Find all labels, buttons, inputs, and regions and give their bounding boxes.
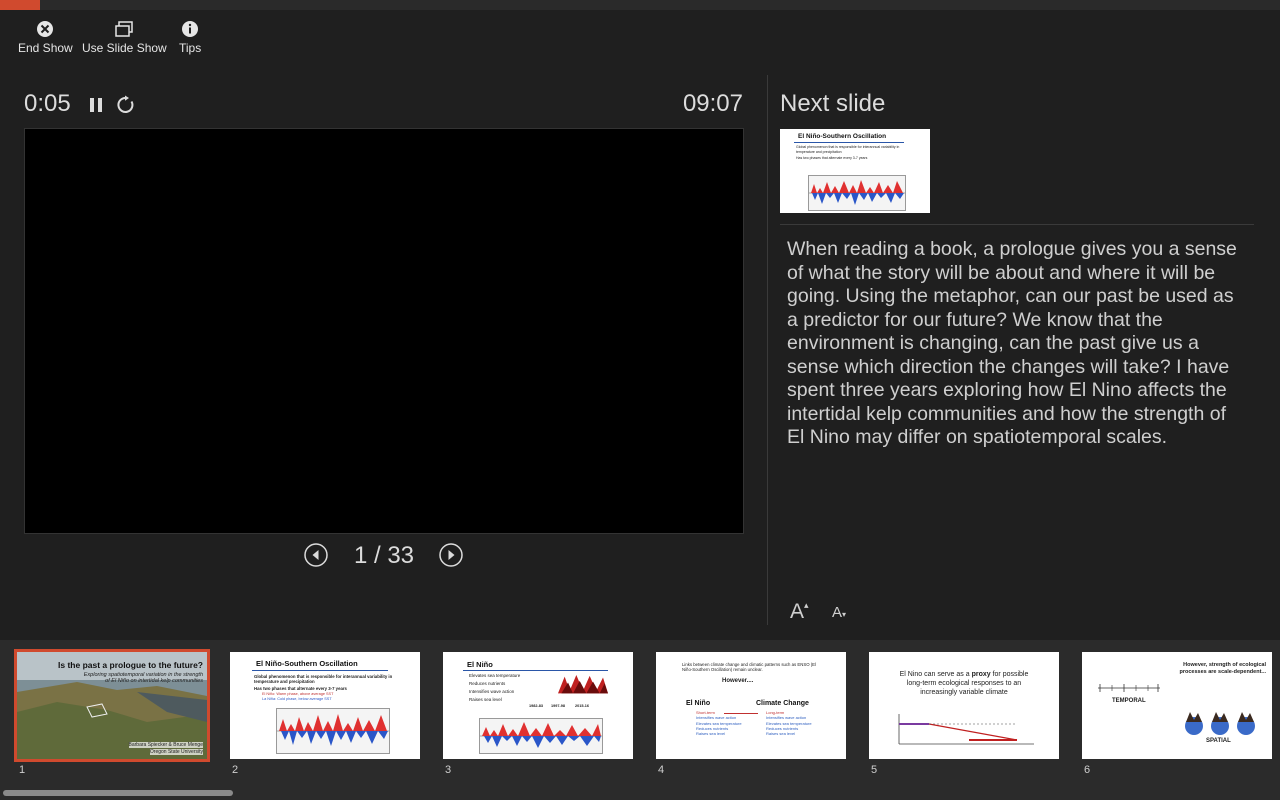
- thumbnail-number-4: 4: [658, 764, 665, 776]
- previous-slide-button[interactable]: [304, 543, 328, 567]
- slide-3-bullet-2: Reduces nutrients: [469, 681, 506, 686]
- panel-divider: [767, 75, 768, 625]
- next-slide-bullets: Global phenomenon that is responsible fo…: [796, 145, 900, 154]
- current-slide-view[interactable]: [24, 128, 744, 534]
- slide-4-left-5: Raises sea level: [696, 731, 726, 737]
- slide-6-temporal: TEMPORAL: [1112, 698, 1146, 704]
- slide-1-title: Is the past a prologue to the future?: [58, 660, 203, 670]
- thumbnail-number-5: 5: [871, 764, 878, 776]
- slide-2-underline: [252, 670, 388, 671]
- font-size-controls: A▴ A▾: [790, 600, 870, 626]
- slide-2-mei-graphic: [277, 714, 389, 746]
- slide-2-chart: [276, 708, 390, 754]
- next-icon: [439, 543, 463, 567]
- slide-4-intro: Links between climate change and climati…: [682, 662, 816, 672]
- thumbnail-number-1: 1: [19, 764, 26, 776]
- slide-3-bullet-1: Elevates sea temperature: [469, 673, 521, 678]
- slide-4-col-left: El Niño: [686, 700, 711, 707]
- slide-thumbnail-strip: Is the past a prologue to the future? Ex…: [0, 640, 1280, 800]
- slide-4-right-5: Raises sea level: [766, 731, 796, 737]
- elapsed-timer: 0:05: [24, 90, 71, 117]
- close-circle-icon: [36, 20, 54, 38]
- thumbnail-slide-5[interactable]: El Nino can serve as a proxy for possibl…: [869, 652, 1059, 759]
- thumbnail-slide-4[interactable]: Links between climate change and climati…: [656, 652, 846, 759]
- title-underline: [794, 142, 904, 143]
- slide-3-year-2: 1997-98: [551, 704, 565, 708]
- next-slide-title: El Niño-Southern Oscillation: [798, 133, 887, 140]
- display-icon: [115, 20, 134, 38]
- slide-3-mei-graphic: [480, 722, 602, 748]
- slide-4-arrow: [724, 713, 758, 714]
- thumbnail-number-6: 6: [1084, 764, 1091, 776]
- thumbnail-slide-2[interactable]: El Niño-Southern Oscillation Global phen…: [230, 652, 420, 759]
- thumbnail-scrollbar[interactable]: [0, 786, 1280, 800]
- next-slide-chart: [808, 175, 906, 211]
- use-slide-show-label: Use Slide Show: [82, 41, 167, 55]
- slide-4-col-right: Climate Change: [756, 700, 809, 707]
- slide-4-however: However....: [722, 678, 754, 684]
- scrollbar-thumb[interactable]: [3, 790, 233, 796]
- thumbnail-slide-1[interactable]: Is the past a prologue to the future? Ex…: [14, 649, 210, 762]
- end-show-button[interactable]: End Show: [18, 20, 73, 55]
- next-slide-bullet-2: Has two phases that alternate every 3-7 …: [796, 156, 868, 160]
- previous-icon: [304, 543, 328, 567]
- restart-icon: [117, 95, 134, 113]
- clock: 09:07: [682, 90, 743, 117]
- increase-font-label: A: [790, 600, 805, 623]
- mei-chart-graphic: [809, 180, 905, 205]
- increase-font-button[interactable]: A▴: [790, 600, 809, 624]
- slide-2-title: El Niño-Southern Oscillation: [256, 659, 358, 668]
- thumbnail-slide-6[interactable]: However, strength of ecological processe…: [1082, 652, 1272, 759]
- slide-2-bullet-1: Global phenomenon that is responsible fo…: [254, 674, 393, 684]
- presenter-view: End Show Use Slide Show Tips 0:05 09:07 …: [0, 0, 1280, 800]
- slide-counter: 1 / 33: [353, 542, 415, 569]
- slide-3-year-3: 2015-16: [575, 704, 589, 708]
- caret-up-icon: ▴: [804, 600, 809, 610]
- tips-button[interactable]: Tips: [179, 20, 201, 55]
- slide-3-chart: [479, 718, 603, 754]
- pause-button[interactable]: [88, 96, 104, 114]
- decrease-font-label: A: [832, 604, 843, 621]
- restart-timer-button[interactable]: [116, 95, 136, 115]
- thumbnail-number-2: 2: [232, 764, 239, 776]
- slide-3-year-1: 1982-83: [529, 704, 543, 708]
- top-bar: [0, 0, 1280, 10]
- slide-6-diagram: [1098, 684, 1255, 735]
- thumbnail-slide-3[interactable]: El Niño Elevates sea temperature Reduces…: [443, 652, 633, 759]
- next-slide-preview[interactable]: El Niño-Southern Oscillation Global phen…: [780, 129, 930, 213]
- slide-1-author: Barbara Spiecker & Bruce Menge: [128, 742, 203, 748]
- slide-3-title: El Niño: [467, 660, 493, 669]
- wave-graphic: [558, 675, 608, 694]
- slide-3-underline: [463, 670, 608, 671]
- pause-icon: [90, 98, 102, 112]
- slide-1-affiliation: Oregon State University: [149, 749, 203, 755]
- thumbnail-number-3: 3: [445, 764, 452, 776]
- notes-divider: [780, 224, 1254, 225]
- slide-2-sub-2: La Niña: Cold phase, below average SST: [262, 697, 332, 701]
- use-slide-show-button[interactable]: Use Slide Show: [82, 20, 167, 55]
- slide-2-bullet-2: Has two phases that alternate every 3-7 …: [254, 686, 347, 691]
- next-slide-heading: Next slide: [780, 90, 886, 117]
- slide-5-diagram: [898, 714, 1034, 745]
- info-icon: [181, 20, 199, 38]
- slide-3-bullet-4: Raises sea level: [469, 697, 502, 702]
- speaker-notes[interactable]: When reading a book, a prologue gives yo…: [787, 238, 1242, 450]
- next-slide-button[interactable]: [439, 543, 463, 567]
- slide-3-bullet-3: Intensifies wave action: [469, 689, 515, 694]
- slide-navigation: 1 / 33: [300, 540, 470, 572]
- decrease-font-button[interactable]: A▾: [832, 604, 846, 621]
- toolbar: End Show Use Slide Show Tips: [0, 10, 1280, 65]
- progress-indicator: [0, 0, 40, 10]
- end-show-label: End Show: [18, 41, 73, 55]
- slide-1-subtitle-2: of El Niño on intertidal kelp communitie…: [105, 678, 203, 684]
- tips-label: Tips: [179, 41, 202, 55]
- caret-down-icon: ▾: [842, 610, 847, 619]
- slide-6-spatial: SPATIAL: [1206, 738, 1231, 744]
